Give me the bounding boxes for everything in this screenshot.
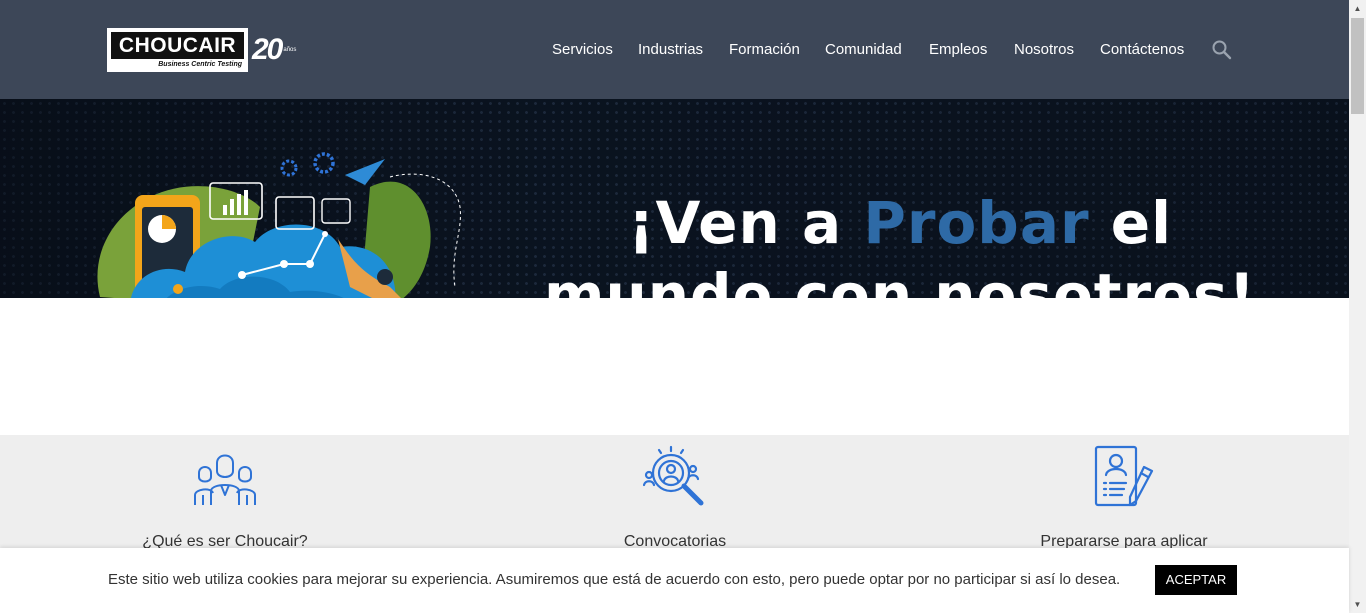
nav-item-contactenos[interactable]: Contáctenos <box>1100 41 1184 58</box>
hero-line1-post: el <box>1089 189 1172 257</box>
content-spacer <box>0 298 1349 435</box>
hero-headline: ¡Ven a Probar el mundo con nosotros! <box>530 187 1270 298</box>
hero-line1-accent: Probar <box>863 189 1090 257</box>
cookie-message: Este sitio web utiliza cookies para mejo… <box>108 571 1121 588</box>
scroll-up-arrow-icon[interactable]: ▲ <box>1349 0 1366 17</box>
main-nav: Servicios Industrias Formación Comunidad… <box>0 0 1349 99</box>
nav-item-empleos[interactable]: Empleos <box>929 41 987 58</box>
nav-item-industrias[interactable]: Industrias <box>638 41 703 58</box>
resume-edit-icon <box>1094 445 1154 507</box>
scrollbar-thumb[interactable] <box>1351 18 1364 114</box>
nav-item-nosotros[interactable]: Nosotros <box>1014 41 1074 58</box>
search-candidate-icon <box>643 445 704 506</box>
accept-cookies-button[interactable]: ACEPTAR <box>1155 565 1237 595</box>
scroll-down-arrow-icon[interactable]: ▼ <box>1349 596 1366 613</box>
cookie-consent-bar: Este sitio web utiliza cookies para mejo… <box>0 548 1349 613</box>
hero-line1-pre: ¡Ven a <box>628 189 864 257</box>
search-icon[interactable] <box>1211 39 1233 61</box>
nav-item-servicios[interactable]: Servicios <box>552 41 613 58</box>
hero-line2: mundo con nosotros! <box>544 261 1256 298</box>
team-icon <box>194 454 256 505</box>
site-header: CHOUCAIR Business Centric Testing 20 año… <box>0 0 1349 99</box>
hero-banner: ¡Ven a Probar el mundo con nosotros! <box>0 99 1349 298</box>
nav-item-comunidad[interactable]: Comunidad <box>825 41 902 58</box>
nav-item-formacion[interactable]: Formación <box>729 41 800 58</box>
page-scrollbar[interactable]: ▲ ▼ <box>1349 0 1366 613</box>
cloud-testing-illustration <box>97 152 461 298</box>
